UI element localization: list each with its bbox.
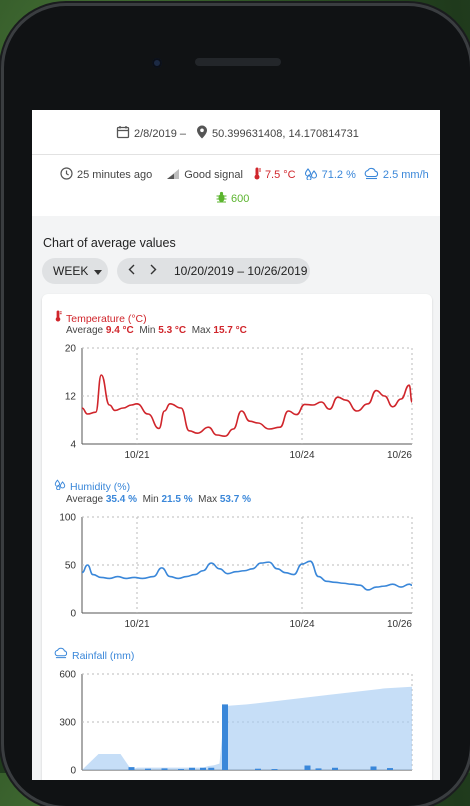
rainfall-bar (370, 766, 377, 770)
location-pin-icon (196, 125, 208, 142)
front-camera (152, 58, 162, 68)
period-label: WEEK (53, 264, 89, 278)
charts-card: Temperature (°C) Average 9.4 °C Min 5.3 … (42, 294, 432, 780)
humidity-x-tick-label: 10/24 (289, 619, 314, 630)
humidity-max: 53.7 % (219, 494, 251, 505)
temperature-max: 15.7 °C (213, 325, 247, 336)
rainfall-y-tick-label: 300 (59, 718, 76, 729)
current-humidity: 71.2 % (321, 169, 356, 181)
rainfall-bar (255, 768, 261, 770)
rainfall-bar (178, 769, 184, 770)
rainfall-bar (271, 769, 278, 770)
current-temperature: 7.5 °C (264, 169, 296, 181)
temperature-chart-header: Temperature (°C) (54, 310, 147, 325)
humidity-y-tick-label: 50 (65, 561, 77, 572)
thermometer-icon (253, 167, 261, 183)
max-label: Max (191, 325, 211, 336)
temperature-stats: Average 9.4 °C Min 5.3 °C Max 15.7 °C (66, 325, 247, 336)
rainfall-bar (208, 767, 215, 770)
previous-week-button[interactable] (128, 264, 140, 278)
station-date: 2/8/2019 – (134, 127, 186, 140)
min-label: Min (142, 494, 159, 505)
signal-icon (166, 168, 180, 183)
rainfall-bar (222, 704, 228, 770)
temperature-chart-title: Temperature (°C) (66, 313, 147, 325)
rainfall-chart: 0 300 600 (59, 670, 413, 777)
rain-cloud-icon (364, 167, 379, 183)
average-label: Average (66, 494, 104, 505)
divider (32, 154, 440, 155)
current-rainfall: 2.5 mm/h (382, 169, 429, 181)
calendar-icon (116, 125, 130, 142)
rainfall-bar (189, 767, 195, 770)
app-screen: 2/8/2019 – 50.399631408, 14.170814731 25… (32, 110, 440, 780)
humidity-average: 35.4 % (105, 494, 137, 505)
bug-icon (216, 191, 227, 206)
last-update-text: 25 minutes ago (77, 169, 153, 181)
humidity-chart: 0 50 100 10/21 10/24 10/26 (59, 513, 413, 630)
station-info-card: 2/8/2019 – 50.399631408, 14.170814731 25… (32, 110, 440, 216)
humidity-y-tick-label: 100 (59, 513, 76, 524)
rainfall-bar (315, 768, 322, 770)
temperature-chart: 4 12 20 10/21 10/24 10/26 (65, 344, 413, 461)
min-label: Min (139, 325, 156, 336)
temperature-average: 9.4 °C (105, 325, 134, 336)
temperature-y-tick-label: 20 (65, 344, 77, 355)
rainfall-bar (200, 767, 206, 770)
humidity-x-tick-label: 10/26 (387, 619, 412, 630)
temperature-y-tick-label: 4 (70, 440, 76, 451)
temperature-x-tick-label: 10/21 (124, 450, 149, 461)
rainfall-bar (128, 767, 135, 770)
humidity-drops-icon (54, 479, 66, 493)
signal-text: Good signal (184, 169, 243, 181)
clock-icon (60, 167, 73, 183)
thermometer-icon (54, 310, 62, 325)
rainfall-bar (304, 765, 311, 770)
humidity-y-tick-label: 0 (70, 609, 76, 620)
section-title: Chart of average values (43, 236, 176, 250)
period-dropdown[interactable]: WEEK (42, 258, 108, 284)
battery-row: 600 (216, 191, 249, 206)
temperature-min: 5.3 °C (158, 325, 187, 336)
rainfall-bar (387, 768, 393, 770)
station-coordinates: 50.399631408, 14.170814731 (212, 127, 359, 140)
average-label: Average (66, 325, 104, 336)
rainfall-cumulative-area (82, 686, 412, 770)
rainfall-bar (145, 768, 151, 770)
rainfall-y-tick-label: 0 (70, 766, 76, 777)
next-week-button[interactable] (150, 264, 162, 278)
humidity-chart-header: Humidity (%) (54, 479, 130, 493)
caret-down-icon (94, 264, 103, 278)
humidity-drops-icon (304, 167, 318, 183)
humidity-stats: Average 35.4 % Min 21.5 % Max 53.7 % (66, 494, 251, 505)
temperature-y-tick-label: 12 (65, 392, 77, 403)
max-label: Max (198, 494, 218, 505)
status-row: 25 minutes ago Good signal 7.5 °C 71.2 %… (60, 167, 429, 183)
temperature-series-line (81, 374, 413, 438)
rainfall-bar (161, 768, 168, 770)
battery-value: 600 (231, 192, 250, 205)
date-range-text: 10/20/2019 – 10/26/2019 (174, 264, 308, 278)
humidity-chart-title: Humidity (%) (70, 481, 131, 493)
date-range-navigator: 10/20/2019 – 10/26/2019 (117, 258, 310, 284)
date-location-row: 2/8/2019 – 50.399631408, 14.170814731 (116, 125, 359, 142)
humidity-min: 21.5 % (161, 494, 193, 505)
temperature-x-tick-label: 10/26 (387, 450, 412, 461)
temperature-x-tick-label: 10/24 (289, 450, 314, 461)
rainfall-y-tick-label: 600 (59, 670, 76, 681)
rainfall-bar (332, 767, 338, 770)
humidity-x-tick-label: 10/21 (124, 619, 149, 630)
earpiece-speaker (195, 58, 281, 66)
